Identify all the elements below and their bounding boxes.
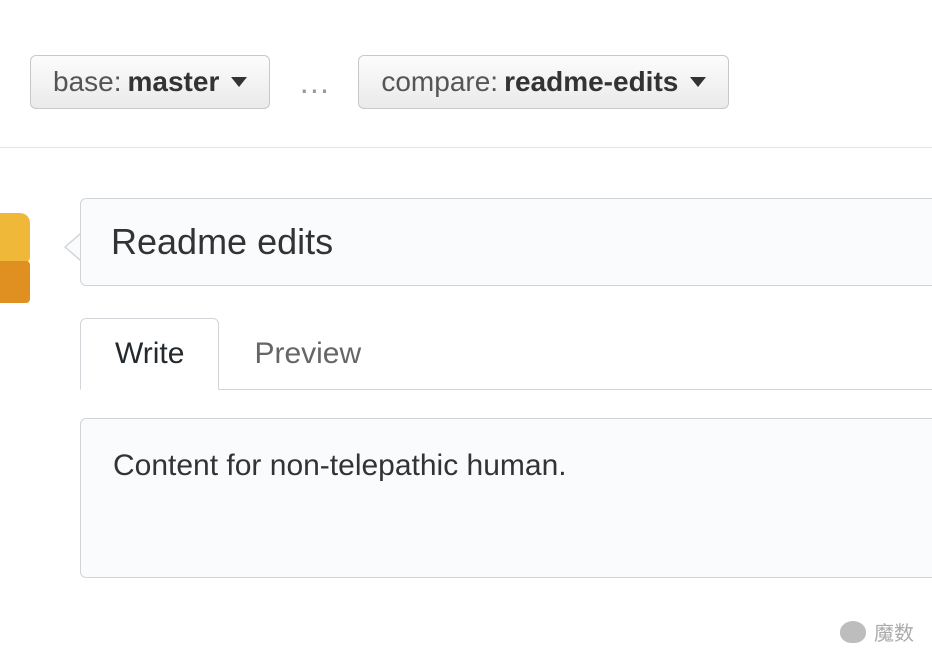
editor-tabs: Write Preview bbox=[80, 318, 932, 390]
wechat-icon bbox=[840, 621, 866, 643]
comment-box: Content for non-telepathic human. bbox=[80, 418, 932, 578]
compare-branch-name: readme-edits bbox=[504, 66, 678, 98]
caret-down-icon bbox=[231, 77, 247, 87]
pr-title-input[interactable] bbox=[80, 198, 932, 286]
avatar-body bbox=[0, 261, 30, 303]
base-branch-button[interactable]: base: master bbox=[30, 55, 270, 109]
watermark-text: 魔数 bbox=[874, 617, 914, 646]
base-label: base: bbox=[53, 66, 122, 98]
compare-label: compare: bbox=[381, 66, 498, 98]
compare-branch-button[interactable]: compare: readme-edits bbox=[358, 55, 729, 109]
watermark: 魔数 bbox=[840, 617, 914, 646]
avatar-head bbox=[0, 213, 30, 263]
branch-ellipsis: … bbox=[298, 64, 330, 101]
tab-write[interactable]: Write bbox=[80, 318, 219, 390]
tab-preview[interactable]: Preview bbox=[219, 318, 396, 390]
pr-body-textarea[interactable]: Content for non-telepathic human. bbox=[113, 449, 900, 517]
user-avatar: OT bbox=[0, 213, 40, 313]
form-column: Write Preview Content for non-telepathic… bbox=[80, 198, 932, 578]
pr-form-area: OT Write Preview Content for non-telepat… bbox=[0, 148, 932, 578]
speech-pointer-icon bbox=[64, 233, 80, 261]
base-branch-name: master bbox=[128, 66, 220, 98]
caret-down-icon bbox=[690, 77, 706, 87]
branch-selector-bar: base: master … compare: readme-edits bbox=[0, 0, 932, 148]
